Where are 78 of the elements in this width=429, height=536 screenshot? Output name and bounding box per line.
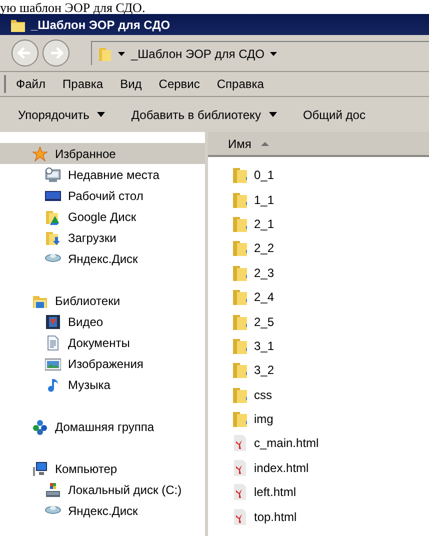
nav-item[interactable]: Недавние места <box>0 164 205 185</box>
drive-folder-icon <box>45 208 61 224</box>
column-label: Имя <box>228 136 252 152</box>
recent-places-icon <box>45 166 61 182</box>
file-item[interactable]: 2_4 <box>208 284 429 310</box>
nav-item[interactable]: Музыка <box>0 374 205 395</box>
folder-icon <box>232 192 248 208</box>
folder-icon <box>232 411 248 428</box>
address-bar[interactable]: _Шаблон ЭОР для СДО <box>91 41 429 65</box>
nav-item[interactable]: Яндекс.Диск <box>0 500 205 521</box>
toolbar-button[interactable]: Добавить в библиотеку <box>131 102 277 126</box>
caret-icon <box>118 52 125 56</box>
menu-item[interactable]: Сервис <box>158 75 200 93</box>
html-file-icon <box>232 484 248 500</box>
file-item[interactable]: top.html <box>208 504 429 529</box>
nav-item[interactable]: Избранное <box>0 143 205 164</box>
document-icon <box>45 334 61 350</box>
menu-item[interactable]: Справка <box>216 75 264 93</box>
forward-button[interactable] <box>41 38 71 68</box>
file-item[interactable]: 3_1 <box>208 334 429 358</box>
folder-icon <box>232 240 248 256</box>
computer-icon <box>32 460 48 476</box>
file-item[interactable]: 3_2 <box>208 358 429 383</box>
nav-item[interactable]: Документы <box>0 332 205 353</box>
file-item[interactable]: 2_2 <box>208 236 429 261</box>
folder-icon <box>232 216 248 232</box>
file-item[interactable]: index.html <box>208 456 429 480</box>
nav-item[interactable]: Google Диск <box>0 206 205 227</box>
html-file-icon <box>232 508 248 525</box>
file-item[interactable]: left.html <box>208 480 429 504</box>
folder-icon <box>232 386 248 403</box>
column-header[interactable]: Имя <box>208 132 429 157</box>
nav-item[interactable]: Изображения <box>0 353 205 374</box>
nav-item[interactable]: Библиотеки <box>0 290 205 311</box>
nav-item[interactable]: Видео <box>0 311 205 332</box>
film-icon <box>45 314 61 330</box>
toolbar-button[interactable]: Упорядочить <box>18 102 106 126</box>
sort-arrow-icon <box>261 142 270 146</box>
nav-item[interactable]: Локальный диск (C:) <box>0 479 205 500</box>
file-item[interactable]: 1_1 <box>208 187 429 212</box>
file-item[interactable]: 0_1 <box>208 163 429 188</box>
file-item[interactable]: 2_3 <box>208 260 429 285</box>
address-path: _Шаблон ЭОР для СДО <box>131 46 264 62</box>
folder-icon <box>232 338 248 354</box>
file-item[interactable]: c_main.html <box>208 431 429 456</box>
nav-item[interactable]: Загрузки <box>0 227 205 248</box>
file-item[interactable]: css <box>208 382 429 407</box>
back-button[interactable] <box>10 38 40 68</box>
local-disk-icon <box>45 482 61 498</box>
folder-icon <box>232 314 248 330</box>
folder-icon <box>232 167 248 184</box>
music-note-icon <box>45 376 61 392</box>
nav-item[interactable]: Домашняя группа <box>0 416 205 437</box>
file-item[interactable]: 2_1 <box>208 212 429 236</box>
file-item[interactable]: img <box>208 406 429 432</box>
cloud-disk-icon <box>45 506 61 515</box>
document-text: ую шаблон ЭОР для СДО. <box>0 1 146 14</box>
folder-icon <box>232 362 248 378</box>
html-file-icon <box>232 435 248 452</box>
file-item[interactable]: 2_5 <box>208 309 429 334</box>
menu-item[interactable]: Правка <box>62 75 104 93</box>
folder-icon <box>232 264 248 281</box>
cloud-disk-icon <box>45 254 61 263</box>
folder-icon <box>98 46 112 62</box>
window-title: _Шаблон ЭОР для СДО <box>31 16 170 34</box>
menu-item[interactable]: Вид <box>120 75 142 93</box>
caret-icon <box>270 52 278 56</box>
star-icon <box>32 146 48 162</box>
picture-icon <box>45 356 61 372</box>
nav-item[interactable]: Яндекс.Диск <box>0 248 205 269</box>
homegroup-icon <box>32 418 48 434</box>
folder-icon <box>232 289 248 306</box>
toolbar-button[interactable]: Общий дос <box>302 102 366 126</box>
html-file-icon <box>232 460 248 476</box>
nav-item[interactable]: Компьютер <box>0 458 205 479</box>
nav-item[interactable]: Рабочий стол <box>0 185 205 206</box>
menu-item[interactable]: Файл <box>16 75 46 93</box>
downloads-folder-icon <box>45 230 61 246</box>
